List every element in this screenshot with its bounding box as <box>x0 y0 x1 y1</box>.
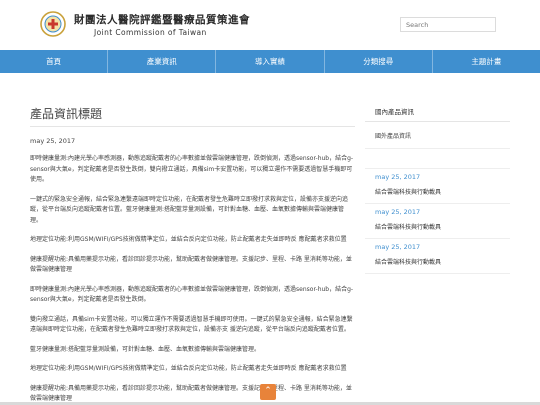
article-paragraph: 藍牙健康量測:搭配藍芽量測設備，可針對血糖、血壓、血氧數據傳輸與雲端健康管理。 <box>30 345 261 353</box>
article-paragraph: 健康提醒功能:具備用藥提示功能，看診回診提示功能，幫助配戴者做健康管理。支援記步… <box>30 255 352 274</box>
nav-item-projects[interactable]: 主題計畫 <box>433 50 540 73</box>
news-link[interactable]: 結合雲端科技與行動載具 <box>365 183 510 204</box>
back-to-top-button[interactable]: ⌃ <box>260 384 276 400</box>
article-paragraph: 雙向撥立通話，具備sim卡安置功能，可以獨立運作不需要透過智慧手機即可使用。一鍵… <box>30 315 353 334</box>
search-input[interactable] <box>400 17 496 32</box>
sidebar-spacer <box>365 149 510 169</box>
page-title: 產品資訊標題 <box>30 105 355 127</box>
logo-icon[interactable] <box>40 11 66 37</box>
news-date: may 25, 2017 <box>375 243 421 251</box>
nav-item-category-search[interactable]: 分類搜尋 <box>325 50 433 73</box>
article-paragraph: 一鍵式的緊急安全通報，結合緊急連繫遠端即時定位功能，在配戴者發生危難時立即撥打求… <box>30 195 349 224</box>
site-header: 財團法人醫院評鑑暨醫療品質策進會 Joint Commission of Tai… <box>0 0 540 50</box>
org-name-zh[interactable]: 財團法人醫院評鑑暨醫療品質策進會 <box>74 12 250 27</box>
nav-item-home[interactable]: 首頁 <box>0 50 109 73</box>
nav-item-results[interactable]: 導入實績 <box>216 50 325 73</box>
main-nav: 首頁 產業資訊 導入實績 分類搜尋 主題計畫 <box>0 50 540 73</box>
article-paragraph: 地理定位功能:利用GSM/WIFI/GPS技術做精準定位，並結合反向定位功能，防… <box>30 365 347 372</box>
article-paragraph: 地理定位功能:利用GSM/WIFI/GPS技術做精準定位，並結合反向定位功能，防… <box>30 236 347 243</box>
sidebar-item-foreign-products[interactable]: 國外產品資訊 <box>365 122 510 149</box>
news-link[interactable]: 結合雲端科技與行動載具 <box>365 218 510 239</box>
article: 產品資訊標題 may 25, 2017 即時健康量測:內建光學心率感測器，動態追… <box>30 105 355 405</box>
article-paragraph: 即時健康量測:內建光學心率感測器，動態追蹤配戴者的心率數據並做雲端健康管理，跌倒… <box>30 155 354 183</box>
article-paragraph: 即時健康量測:內建光學心率感測器，動態追蹤配戴者的心率數據並做雲端健康管理，跌倒… <box>30 285 354 304</box>
news-date: may 25, 2017 <box>375 173 421 181</box>
news-date: may 25, 2017 <box>375 208 421 216</box>
nav-item-industry-info[interactable]: 產業資訊 <box>108 50 217 73</box>
sidebar-heading[interactable]: 國內產品資訊 <box>365 100 510 122</box>
news-link[interactable]: 結合雲端科技與行動載具 <box>365 253 510 274</box>
chevron-up-icon: ⌃ <box>264 386 272 396</box>
org-name-en: Joint Commission of Taiwan <box>94 28 207 37</box>
article-date: may 25, 2017 <box>30 137 76 145</box>
sidebar: 國內產品資訊 國外產品資訊 may 25, 2017 結合雲端科技與行動載具 m… <box>365 100 510 274</box>
